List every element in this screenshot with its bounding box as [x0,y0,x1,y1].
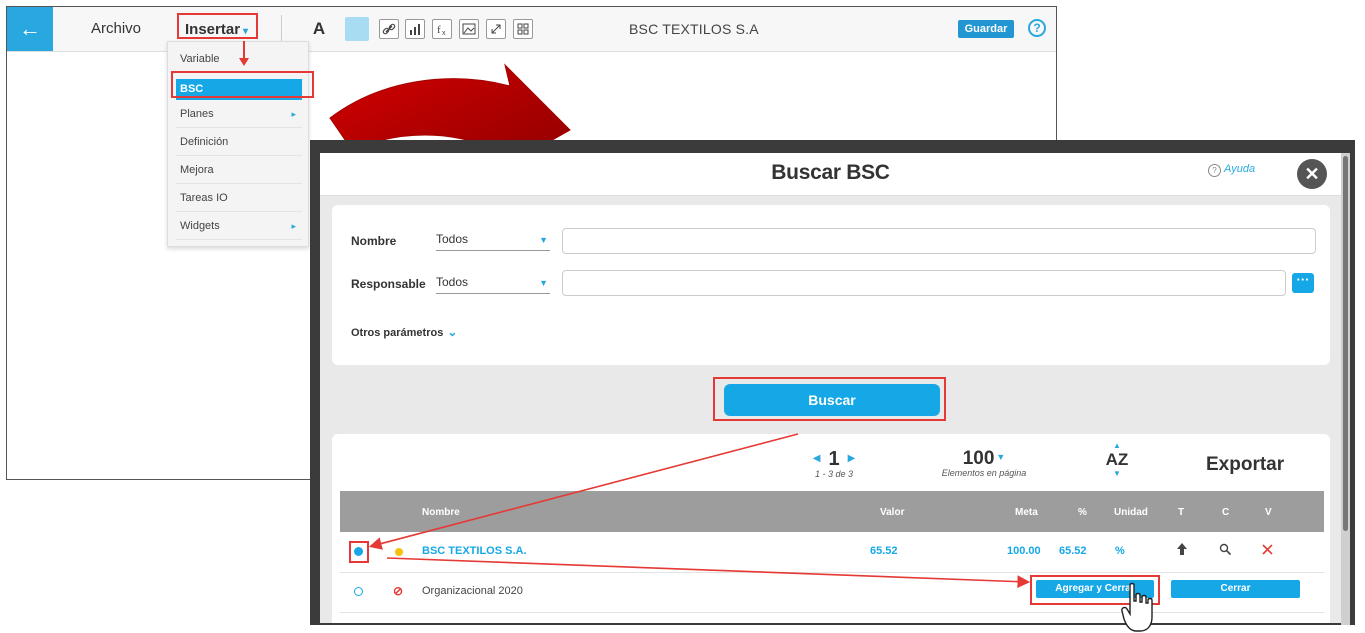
sort-up-icon: ▲ [1113,441,1121,450]
menu-insertar[interactable]: Insertar ▾ [177,13,259,39]
dialog-header: Buscar BSC ? Ayuda ✕ [320,153,1341,196]
save-button[interactable]: Guardar [958,20,1014,38]
row-radio-selected[interactable] [354,547,363,556]
sort-az-button[interactable]: ▲ AZ ▼ [1102,442,1132,478]
pager: ◀ 1 ▶ 1 - 3 de 3 [794,448,874,479]
responsable-select-value: Todos [436,275,469,289]
toolbar-divider [281,15,282,43]
dropdown-item-widgets[interactable]: Widgets ▸ [176,213,302,240]
help-icon[interactable]: ? [1028,19,1046,37]
close-icon[interactable]: ✕ [1297,159,1327,189]
per-page-select[interactable]: 100 ▼ Elementos en página [929,448,1039,478]
ayuda-label: Ayuda [1224,163,1256,175]
sort-label: AZ [1105,450,1129,469]
prev-page-icon[interactable]: ◀ [813,453,821,464]
delete-icon[interactable] [1261,543,1274,559]
row-pct: 65.52 [1059,545,1087,557]
exportar-button[interactable]: Exportar [1206,454,1284,476]
back-button[interactable]: ← [7,7,53,51]
next-page-icon[interactable]: ▶ [848,453,856,464]
responsable-picker-button[interactable]: ··· [1292,273,1314,293]
chevron-down-icon: ▼ [996,452,1006,462]
nombre-select[interactable]: Todos ▼ [436,232,550,251]
annotation-arrow-head [239,58,249,66]
responsable-input[interactable] [562,270,1286,296]
row-valor: 65.52 [870,545,898,557]
buscar-button[interactable]: Buscar [724,384,940,416]
chevron-right-icon: ▸ [291,109,296,119]
scrollbar-thumb[interactable] [1343,156,1348,531]
responsable-label: Responsable [351,277,426,291]
otros-parametros-toggle[interactable]: Otros parámetros ⌄ [351,325,457,339]
sort-down-icon: ▼ [1113,469,1121,478]
dialog-title: Buscar BSC [771,161,890,184]
chevron-right-icon: ▸ [291,221,296,231]
no-entry-icon: ⊘ [393,584,404,598]
dropdown-item-label: Widgets [180,220,220,232]
expand-icon[interactable] [486,19,506,39]
table-header: Nombre Valor Meta % Unidad T C V [340,491,1324,532]
ayuda-link[interactable]: ? Ayuda [1208,163,1255,177]
nombre-select-value: Todos [436,232,469,246]
cerrar-button[interactable]: Cerrar [1171,580,1300,598]
dropdown-item-label: Planes [180,108,214,120]
agregar-y-cerrar-button[interactable]: Agregar y Cerrar [1036,580,1154,598]
col-valor: Valor [880,507,905,518]
col-c: C [1222,507,1230,518]
col-v: V [1265,507,1272,518]
nombre-label: Nombre [351,234,397,248]
nombre-input[interactable] [562,228,1316,254]
responsable-select[interactable]: Todos ▼ [436,275,550,294]
current-page: 1 [828,448,840,470]
table-row[interactable]: ⊘ Organizacional 2020 Agregar y Cerrar C… [340,573,1324,613]
trend-up-icon [1176,542,1188,559]
image-icon[interactable] [459,19,479,39]
formula-icon[interactable]: fx [432,19,452,39]
dropdown-item-tareas-io[interactable]: Tareas IO [176,185,302,212]
filter-panel: Nombre Todos ▼ Responsable Todos ▼ ··· Otr… [332,205,1330,365]
dropdown-item-planes[interactable]: Planes ▸ [176,101,302,128]
row-radio[interactable] [354,587,363,596]
dropdown-item-bsc[interactable]: BSC [176,79,302,100]
per-page-label: Elementos en página [941,468,1027,478]
col-meta: Meta [1015,507,1038,518]
row-meta: 100.00 [1007,545,1041,557]
row-name[interactable]: Organizacional 2020 [422,585,523,597]
svg-text:f: f [437,24,441,36]
col-nombre: Nombre [422,507,460,518]
per-page-value: 100 [962,448,995,469]
col-unidad: Unidad [1114,507,1148,518]
row-name[interactable]: BSC TEXTILOS S.A. [422,545,527,557]
chevron-down-icon: ▾ [243,26,249,37]
color-tool-button[interactable] [345,17,369,41]
col-t: T [1178,507,1185,518]
otros-label: Otros parámetros [351,327,444,339]
text-tool-button[interactable]: A [309,19,329,39]
menu-archivo[interactable]: Archivo [91,20,141,37]
chevron-down-icon: ▼ [539,278,548,288]
document-title: BSC TEXTILOS S.A [629,21,759,37]
link-icon[interactable] [379,19,399,39]
svg-text:x: x [442,30,446,37]
row-unidad: % [1115,545,1125,557]
chevron-down-icon: ⌄ [447,325,458,339]
col-pct: % [1078,507,1087,518]
help-icon: ? [1208,164,1221,177]
widget-grid-icon[interactable] [513,19,533,39]
dropdown-item-mejora[interactable]: Mejora [176,157,302,184]
results-panel: ◀ 1 ▶ 1 - 3 de 3 100 ▼ Elementos en página … [332,434,1330,623]
dropdown-item-definicion[interactable]: Definición [176,129,302,156]
top-toolbar: ← Archivo Insertar ▾ A fx BSC TEXTILOS S.… [7,7,1056,52]
chart-icon[interactable] [405,19,425,39]
buscar-bsc-dialog: Buscar BSC ? Ayuda ✕ Nombre Todos ▼ Respon… [320,153,1341,623]
chevron-down-icon: ▼ [539,235,548,245]
status-dot-icon [395,548,403,556]
table-row[interactable]: BSC TEXTILOS S.A. 65.52 100.00 65.52 % [340,533,1324,573]
search-icon[interactable] [1219,543,1232,559]
menu-insertar-label: Insertar [185,21,241,38]
insertar-dropdown: Variable BSC Planes ▸ Definición Mejora T… [167,41,309,247]
